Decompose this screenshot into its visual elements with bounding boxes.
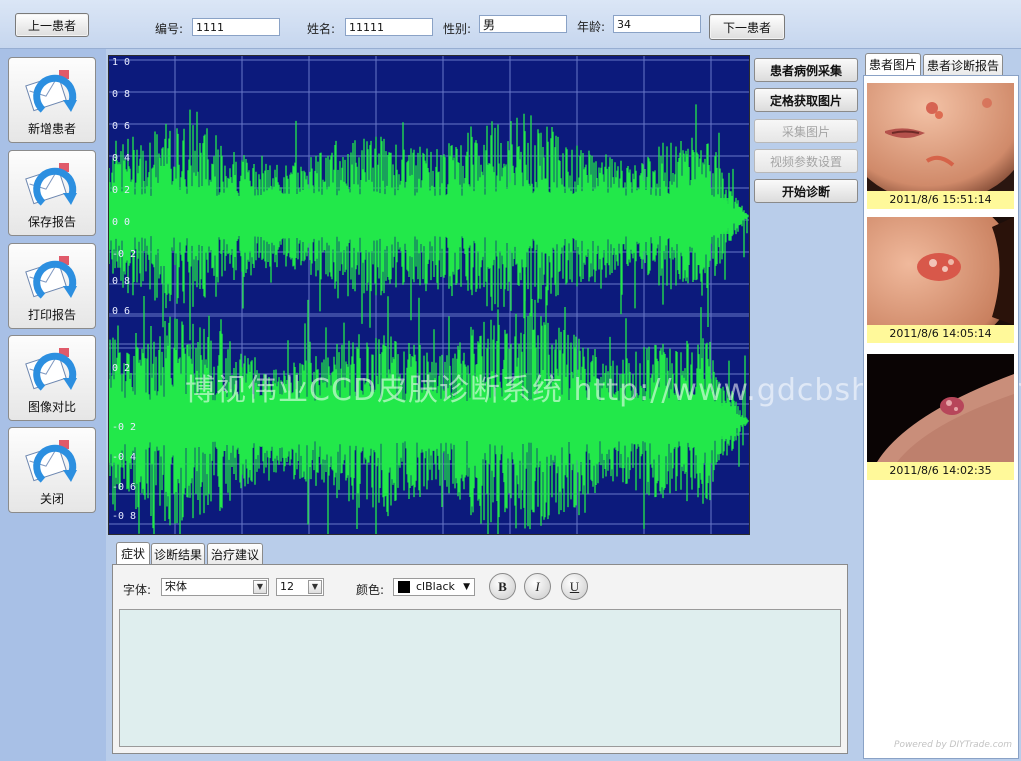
waveform-display: 1 0 0 8 0 6 0 4 0 2 0 0 -0 2 0 8 0 6 0 2…: [108, 55, 750, 535]
size-value: 12: [280, 580, 294, 593]
font-label: 字体:: [123, 583, 152, 597]
y-tick: -0 2: [112, 249, 137, 260]
thumbnail-caption: 2011/8/6 14:05:14: [867, 325, 1014, 343]
sex-field[interactable]: 男: [479, 15, 567, 33]
id-field[interactable]: 1111: [192, 18, 280, 36]
y-tick: 1 0: [112, 57, 131, 68]
tab-diagnosis-result[interactable]: 诊断结果: [151, 543, 205, 565]
start-diagnosis-button[interactable]: 开始诊断: [754, 179, 858, 203]
new-patient-label: 新增患者: [27, 122, 76, 136]
image-compare-label: 图像对比: [27, 400, 76, 414]
video-settings-button[interactable]: 视频参数设置: [754, 149, 858, 173]
symptoms-textarea[interactable]: [119, 609, 841, 747]
close-button[interactable]: 关闭: [8, 427, 96, 513]
close-label: 关闭: [39, 492, 64, 506]
font-value: 宋体: [165, 580, 187, 593]
bold-button[interactable]: B: [489, 573, 516, 600]
mail-refresh-icon: [25, 256, 77, 299]
y-tick: 0 8: [112, 89, 131, 100]
waveform-channel-left: [109, 104, 749, 341]
save-report-button[interactable]: 保存报告: [8, 150, 96, 236]
notes-editor: 症状 诊断结果 治疗建议 字体: 宋体 ▼ 12 ▼ 颜色: clBlack ▼…: [110, 540, 850, 756]
tab-symptoms[interactable]: 症状: [116, 542, 150, 564]
sex-label: 性别:: [443, 22, 472, 36]
y-tick: -0 6: [112, 482, 137, 493]
y-tick: -0 2: [112, 422, 137, 433]
powered-by-text: Powered by DIYTrade.com: [894, 740, 1012, 750]
prev-patient-button[interactable]: 上一患者: [15, 13, 89, 37]
patient-thumbnail[interactable]: 2011/8/6 14:02:35: [867, 354, 1014, 480]
skin-photo-face: [867, 83, 1014, 191]
y-tick: -0 4: [112, 452, 137, 463]
patient-images-panel: 2011/8/6 15:51:14 2011/8/6 14:05:14 2011…: [863, 75, 1019, 759]
mail-refresh-icon: [25, 70, 77, 113]
color-label: 颜色:: [356, 583, 385, 597]
save-report-label: 保存报告: [27, 215, 76, 229]
id-label: 编号:: [155, 22, 184, 36]
color-select[interactable]: clBlack ▼: [393, 578, 475, 596]
left-nav: 新增患者 保存报告 打印报告 图像对比 关闭: [0, 49, 106, 761]
age-field[interactable]: 34: [613, 15, 701, 33]
name-label: 姓名:: [307, 22, 336, 36]
skin-photo-arm: [867, 354, 1014, 462]
thumbnail-caption: 2011/8/6 15:51:14: [867, 191, 1014, 209]
y-tick: 0 6: [112, 306, 131, 317]
y-tick: 0 0: [112, 217, 131, 228]
mail-refresh-icon: [25, 440, 77, 483]
next-patient-button[interactable]: 下一患者: [709, 14, 785, 40]
chevron-down-icon: ▼: [308, 580, 322, 594]
italic-button[interactable]: I: [524, 573, 551, 600]
y-tick: 0 8: [112, 276, 131, 287]
patient-thumbnail[interactable]: 2011/8/6 15:51:14: [867, 83, 1014, 209]
capture-image-button[interactable]: 采集图片: [754, 119, 858, 143]
patient-thumbnail[interactable]: 2011/8/6 14:05:14: [867, 217, 1014, 343]
capture-case-button[interactable]: 患者病例采集: [754, 58, 858, 82]
age-label: 年龄:: [577, 20, 606, 34]
print-report-button[interactable]: 打印报告: [8, 243, 96, 329]
image-compare-button[interactable]: 图像对比: [8, 335, 96, 421]
color-value: clBlack: [416, 580, 455, 593]
y-tick: 0 2: [112, 363, 131, 374]
mail-refresh-icon: [25, 348, 77, 391]
print-report-label: 打印报告: [27, 308, 76, 322]
chevron-down-icon: ▼: [253, 580, 267, 594]
color-swatch: [398, 581, 410, 593]
font-select[interactable]: 宋体 ▼: [161, 578, 269, 596]
size-select[interactable]: 12 ▼: [276, 578, 324, 596]
top-toolbar: 上一患者 编号: 1111 姓名: 11111 性别: 男 年龄: 34 下一患…: [0, 0, 1021, 49]
y-tick: 0 2: [112, 185, 131, 196]
y-tick: 0 6: [112, 121, 131, 132]
freeze-image-button[interactable]: 定格获取图片: [754, 88, 858, 112]
tab-patient-images[interactable]: 患者图片: [865, 53, 921, 75]
name-field[interactable]: 11111: [345, 18, 433, 36]
tab-treatment-advice[interactable]: 治疗建议: [207, 543, 263, 565]
thumbnail-caption: 2011/8/6 14:02:35: [867, 462, 1014, 480]
mail-refresh-icon: [25, 163, 77, 206]
waveform-plot: [109, 56, 749, 534]
skin-photo-cheek: [867, 217, 1014, 325]
chevron-down-icon: ▼: [463, 582, 470, 592]
underline-button[interactable]: U: [561, 573, 588, 600]
new-patient-button[interactable]: 新增患者: [8, 57, 96, 143]
y-tick: 0 4: [112, 153, 131, 164]
editor-panel: 字体: 宋体 ▼ 12 ▼ 颜色: clBlack ▼ B I U: [112, 564, 848, 754]
y-tick: -0 8: [112, 511, 137, 522]
tab-patient-report[interactable]: 患者诊断报告: [923, 54, 1003, 76]
